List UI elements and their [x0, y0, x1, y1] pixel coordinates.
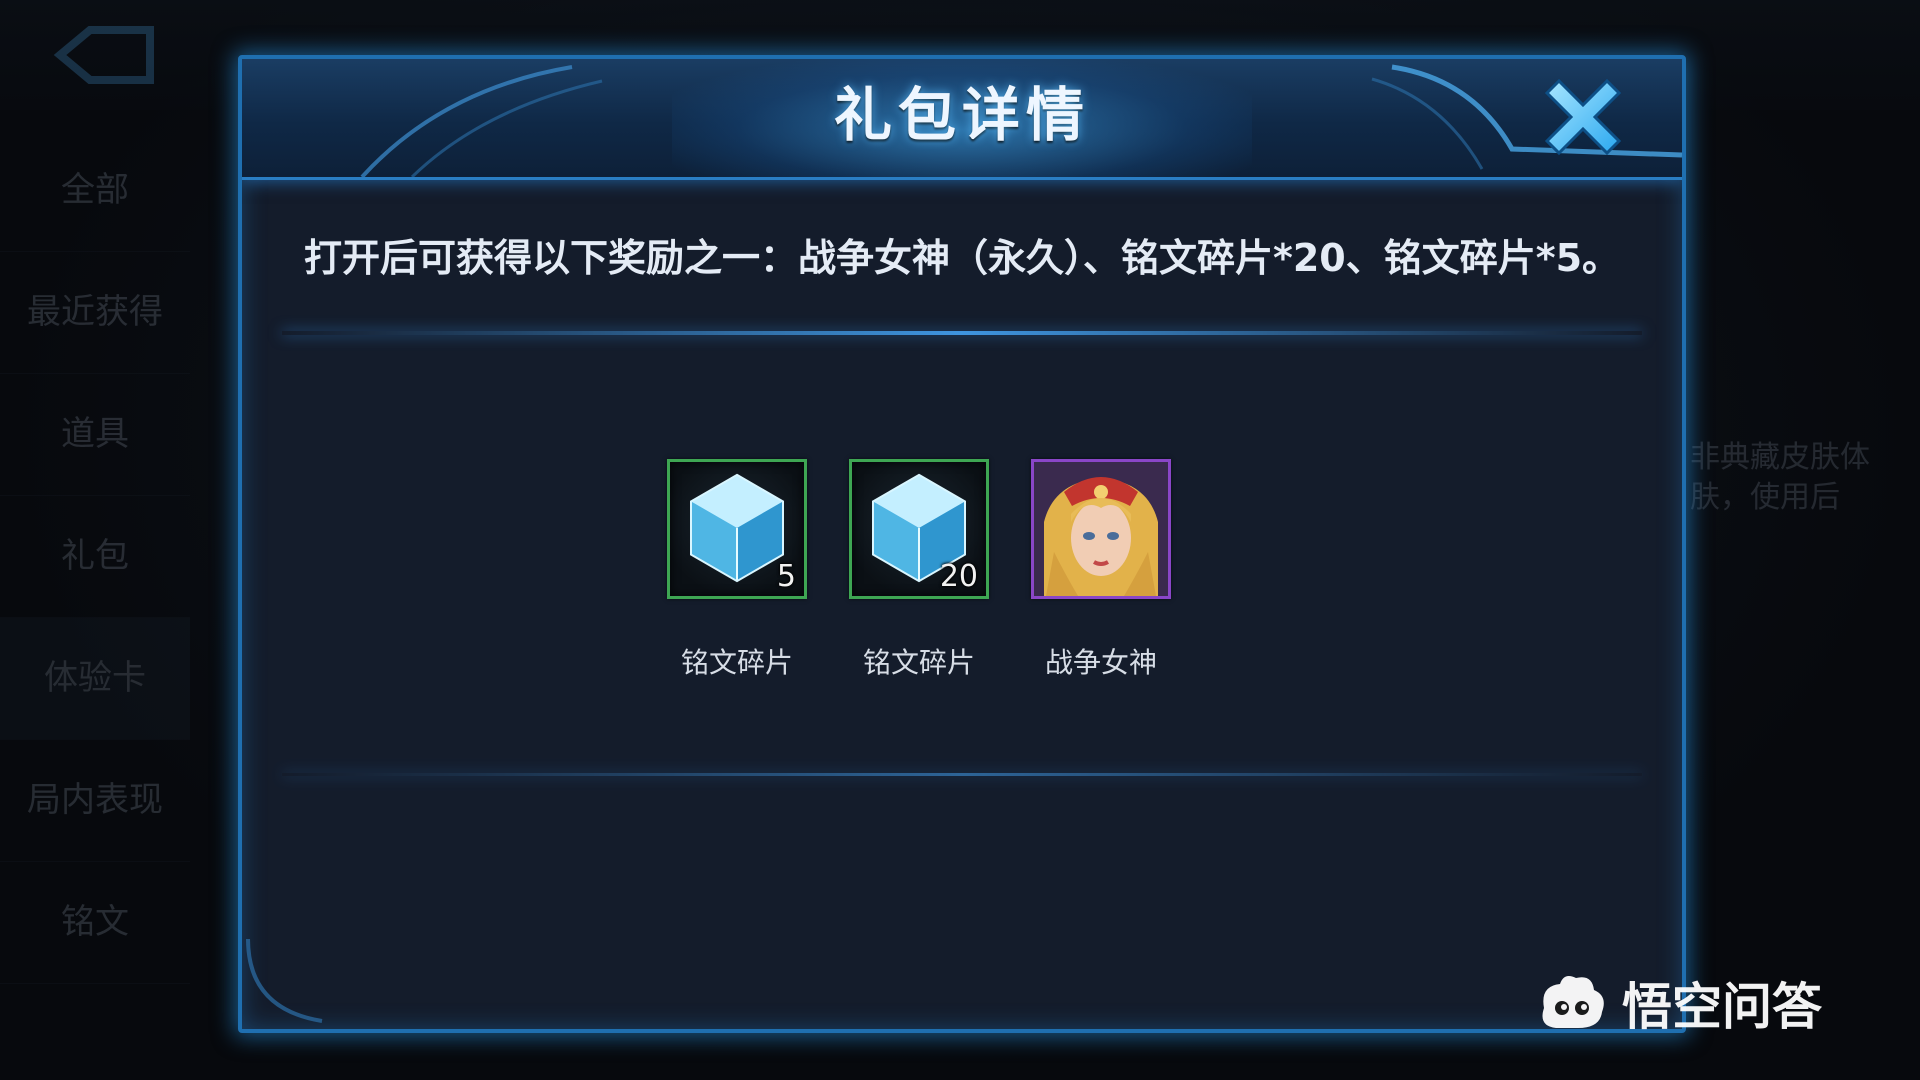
- bg-sidebar-item: 体验卡: [0, 618, 190, 740]
- reward-icon-frame: 5: [667, 459, 807, 599]
- bg-hint-line: 非典藏皮肤体: [1690, 440, 1870, 475]
- corner-decoration: [246, 939, 323, 1023]
- background-hint-text: 非典藏皮肤体 肤，使用后: [1690, 438, 1890, 518]
- bg-sidebar-item: 道具: [0, 374, 190, 496]
- divider: [282, 773, 1642, 776]
- divider: [282, 331, 1642, 335]
- gift-pack-detail-dialog: 礼包详情 打开后可获得以下奖励之一：战争女神（永久）、铭文碎片*20、铭文碎片*…: [238, 55, 1686, 1033]
- reward-name: 铭文碎片: [862, 646, 975, 679]
- bg-sidebar-item: 全部: [0, 130, 190, 252]
- reward-icon-frame: 20: [849, 459, 989, 599]
- bg-sidebar-item: 礼包: [0, 496, 190, 618]
- reward-list: 5 铭文碎片 20 铭文碎片 战争女神: [242, 459, 1682, 719]
- reward-item[interactable]: 5 铭文碎片: [667, 459, 807, 681]
- bg-sidebar-item: 局内表现: [0, 740, 190, 862]
- hero-portrait-war-goddess: [1034, 462, 1168, 596]
- reward-count: 5: [776, 559, 796, 594]
- gift-description: 打开后可获得以下奖励之一：战争女神（永久）、铭文碎片*20、铭文碎片*5。: [303, 236, 1621, 280]
- game-screen: 全部 最近获得 道具 礼包 体验卡 局内表现 铭文 非典藏皮肤体 肤，使用后 礼…: [0, 0, 1920, 1080]
- reward-item[interactable]: 战争女神: [1031, 459, 1171, 681]
- back-arrow-icon: [53, 26, 154, 84]
- dialog-title: 礼包详情: [833, 81, 1090, 149]
- bg-sidebar-item: 铭文: [0, 862, 190, 984]
- bg-sidebar-item: 最近获得: [0, 252, 190, 374]
- watermark-text: 悟空问答: [1622, 978, 1822, 1036]
- close-icon[interactable]: [1537, 71, 1629, 163]
- wukong-watermark: 悟空问答: [1530, 968, 1822, 1038]
- reward-icon-frame: [1031, 459, 1171, 599]
- reward-count: 20: [939, 559, 978, 594]
- reward-name: 铭文碎片: [680, 646, 793, 679]
- reward-item[interactable]: 20 铭文碎片: [849, 459, 989, 681]
- wukong-logo-icon: [1542, 976, 1604, 1028]
- bg-hint-line: 肤，使用后: [1690, 480, 1840, 515]
- reward-name: 战争女神: [1044, 646, 1157, 679]
- dialog-header: 礼包详情: [242, 59, 1682, 180]
- background-sidebar: 全部 最近获得 道具 礼包 体验卡 局内表现 铭文: [0, 130, 190, 1080]
